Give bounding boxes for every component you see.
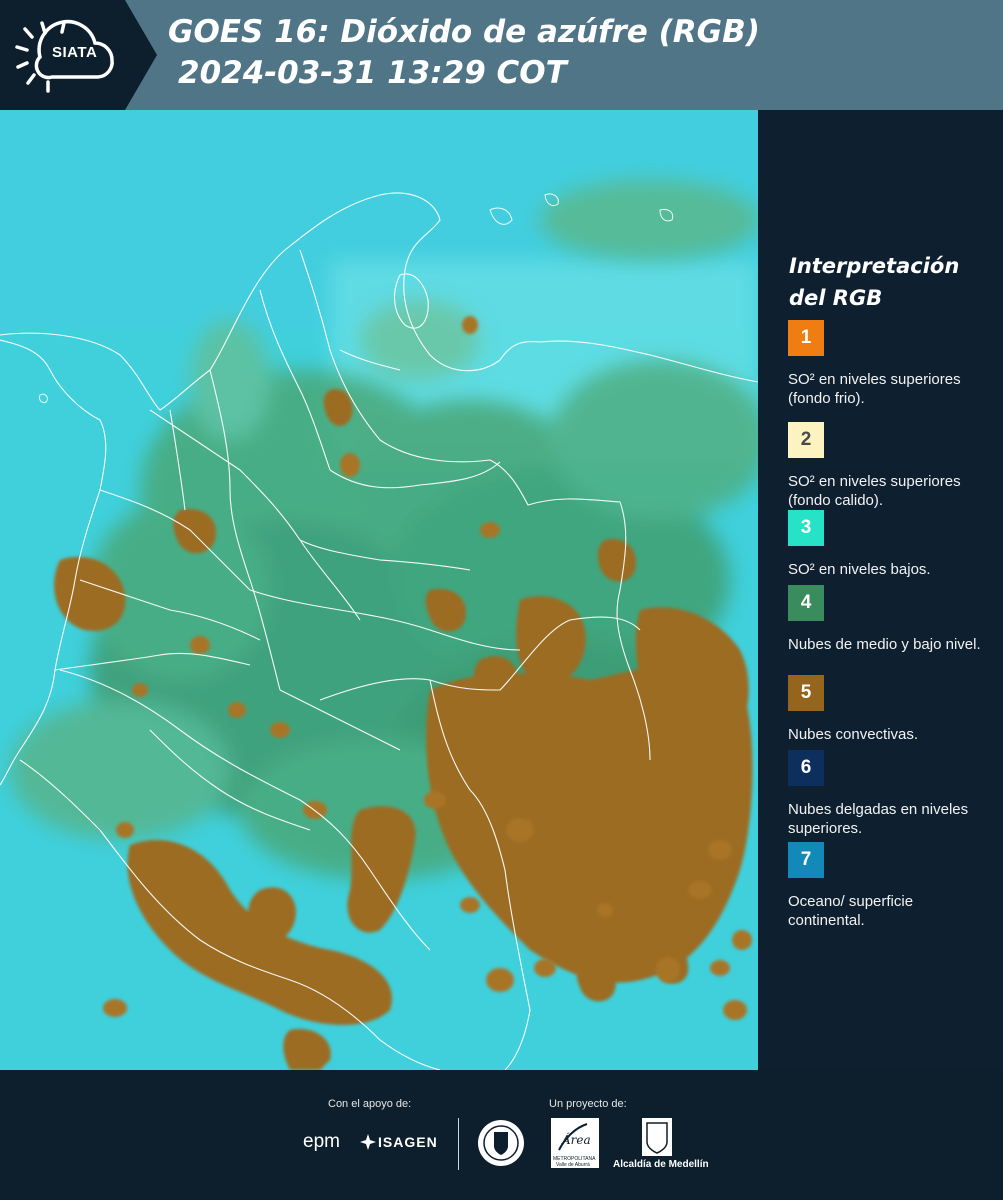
legend-swatch-4: 4	[788, 585, 824, 621]
legend-label-4: Nubes de medio y bajo nivel.	[788, 636, 981, 653]
legend-label-5: Nubes convectivas.	[788, 726, 919, 743]
legend-item-4: 4 Nubes de medio y bajo nivel.	[788, 585, 988, 654]
legend-label-3: SO² en niveles bajos.	[788, 561, 931, 578]
page-timestamp: 2024-03-31 13:29 COT	[178, 55, 567, 91]
medellin-seal-icon	[478, 1120, 524, 1166]
satellite-image	[0, 110, 758, 1070]
legend-item-1: 1 SO² en niveles superiores (fondo frio).	[788, 320, 988, 408]
alcaldia-shield-icon	[642, 1118, 672, 1156]
legend-label-7: Oceano/ superficie continental.	[788, 893, 914, 929]
project-caption: Un proyecto de:	[549, 1098, 627, 1110]
legend-item-3: 3 SO² en niveles bajos.	[788, 510, 988, 579]
area-metropolitana-sub2: Valle de Aburrá	[556, 1162, 590, 1168]
legend-label-6: Nubes delgadas en niveles superiores.	[788, 801, 969, 837]
siata-logo-text: SIATA	[52, 44, 98, 61]
epm-logo: epm	[303, 1131, 340, 1152]
legend-label-2: SO² en niveles superiores (fondo calido)…	[788, 473, 961, 509]
legend-swatch-3: 3	[788, 510, 824, 546]
legend-label-1: SO² en niveles superiores (fondo frio).	[788, 371, 961, 407]
footer: Con el apoyo de: Un proyecto de: epm ISA…	[0, 1070, 1003, 1200]
footer-divider	[458, 1118, 459, 1170]
legend-swatch-6: 6	[788, 750, 824, 786]
legend-item-6: 6 Nubes delgadas en niveles superiores.	[788, 750, 988, 838]
alcaldia-text: Alcaldía de Medellín	[613, 1159, 709, 1170]
legend-swatch-1: 1	[788, 320, 824, 356]
legend-title: Interpretación del RGB	[789, 254, 960, 310]
legend-swatch-5: 5	[788, 675, 824, 711]
satellite-map[interactable]	[0, 110, 758, 1070]
legend-item-7: 7 Oceano/ superficie continental.	[788, 842, 988, 930]
header: SIATA GOES 16: Dióxido de azúfre (RGB) 2…	[0, 0, 1003, 110]
legend-item-2: 2 SO² en niveles superiores (fondo calido…	[788, 422, 988, 510]
area-metropolitana-text: Área	[562, 1133, 591, 1147]
page-title: GOES 16: Dióxido de azúfre (RGB)	[168, 14, 760, 50]
isagen-icon	[360, 1134, 376, 1150]
legend-swatch-7: 7	[788, 842, 824, 878]
legend-item-5: 5 Nubes convectivas.	[788, 675, 988, 744]
support-caption: Con el apoyo de:	[328, 1098, 412, 1110]
legend-swatch-2: 2	[788, 422, 824, 458]
isagen-logo: ISAGEN	[378, 1134, 438, 1150]
legend-panel: Interpretación del RGB 1 SO² en niveles s…	[758, 110, 1003, 1070]
